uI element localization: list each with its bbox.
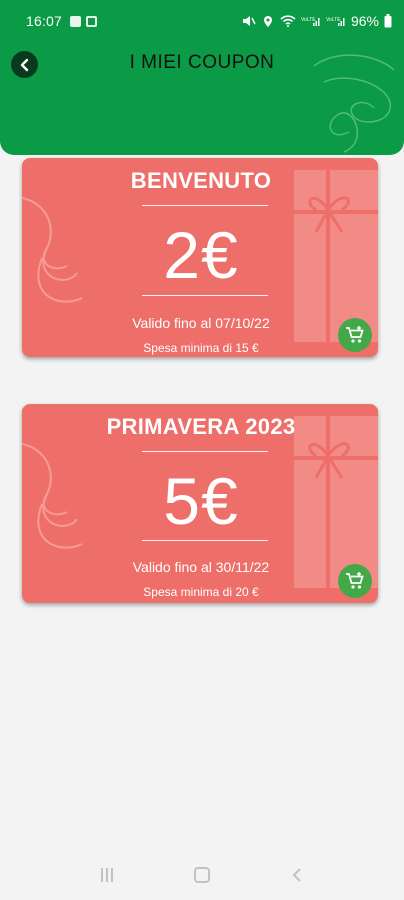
status-indicators: VoLTE VoLTE 96%: [242, 13, 392, 29]
divider: [142, 451, 268, 452]
gallery-notification-icon: [70, 15, 82, 27]
svg-text:VoLTE: VoLTE: [301, 17, 316, 23]
divider: [142, 295, 268, 296]
coupon-title: BENVENUTO: [130, 168, 272, 193]
battery-icon: [384, 14, 392, 28]
coupon-card[interactable]: PRIMAVERA 2023 5€ Valido fino al 30/11/2…: [22, 404, 378, 603]
status-bar: 16:07 VoLTE VoLTE 96%: [0, 0, 404, 42]
mute-icon: [242, 16, 256, 26]
app-header: I MIEI COUPON: [0, 42, 404, 155]
wifi-icon: [280, 15, 296, 27]
add-to-cart-icon: [346, 326, 364, 343]
coupon-valid-until: Valido fino al 07/10/22: [132, 315, 270, 331]
coupon-minimum-spend: Spesa minima di 20 €: [143, 585, 259, 599]
coupon-value: 2€: [163, 218, 239, 292]
add-to-cart-icon: [346, 572, 364, 589]
recent-apps-icon[interactable]: [98, 866, 116, 884]
app-notification-icon: [86, 15, 98, 27]
signal-2-icon: VoLTE: [326, 17, 345, 26]
status-time: 16:07: [26, 13, 63, 29]
back-icon[interactable]: [288, 866, 306, 884]
home-icon[interactable]: [193, 866, 211, 884]
svg-text:VoLTE: VoLTE: [326, 17, 341, 23]
battery-percentage: 96%: [350, 13, 379, 29]
coupon-card[interactable]: BENVENUTO 2€ Valido fino al 07/10/22 Spe…: [22, 158, 378, 357]
system-nav-bar: [0, 850, 404, 900]
location-icon: [263, 16, 272, 27]
add-to-cart-button[interactable]: [338, 318, 372, 352]
coupon-valid-until: Valido fino al 30/11/22: [132, 559, 270, 575]
notification-icons: [70, 15, 98, 27]
signal-1-icon: VoLTE: [301, 17, 320, 26]
divider: [142, 540, 268, 541]
divider: [142, 205, 268, 206]
page-title: I MIEI COUPON: [129, 52, 275, 73]
coupon-title: PRIMAVERA 2023: [106, 414, 296, 439]
coupon-value: 5€: [163, 464, 239, 538]
add-to-cart-button[interactable]: [338, 564, 372, 598]
coupon-minimum-spend: Spesa minima di 15 €: [143, 341, 259, 355]
